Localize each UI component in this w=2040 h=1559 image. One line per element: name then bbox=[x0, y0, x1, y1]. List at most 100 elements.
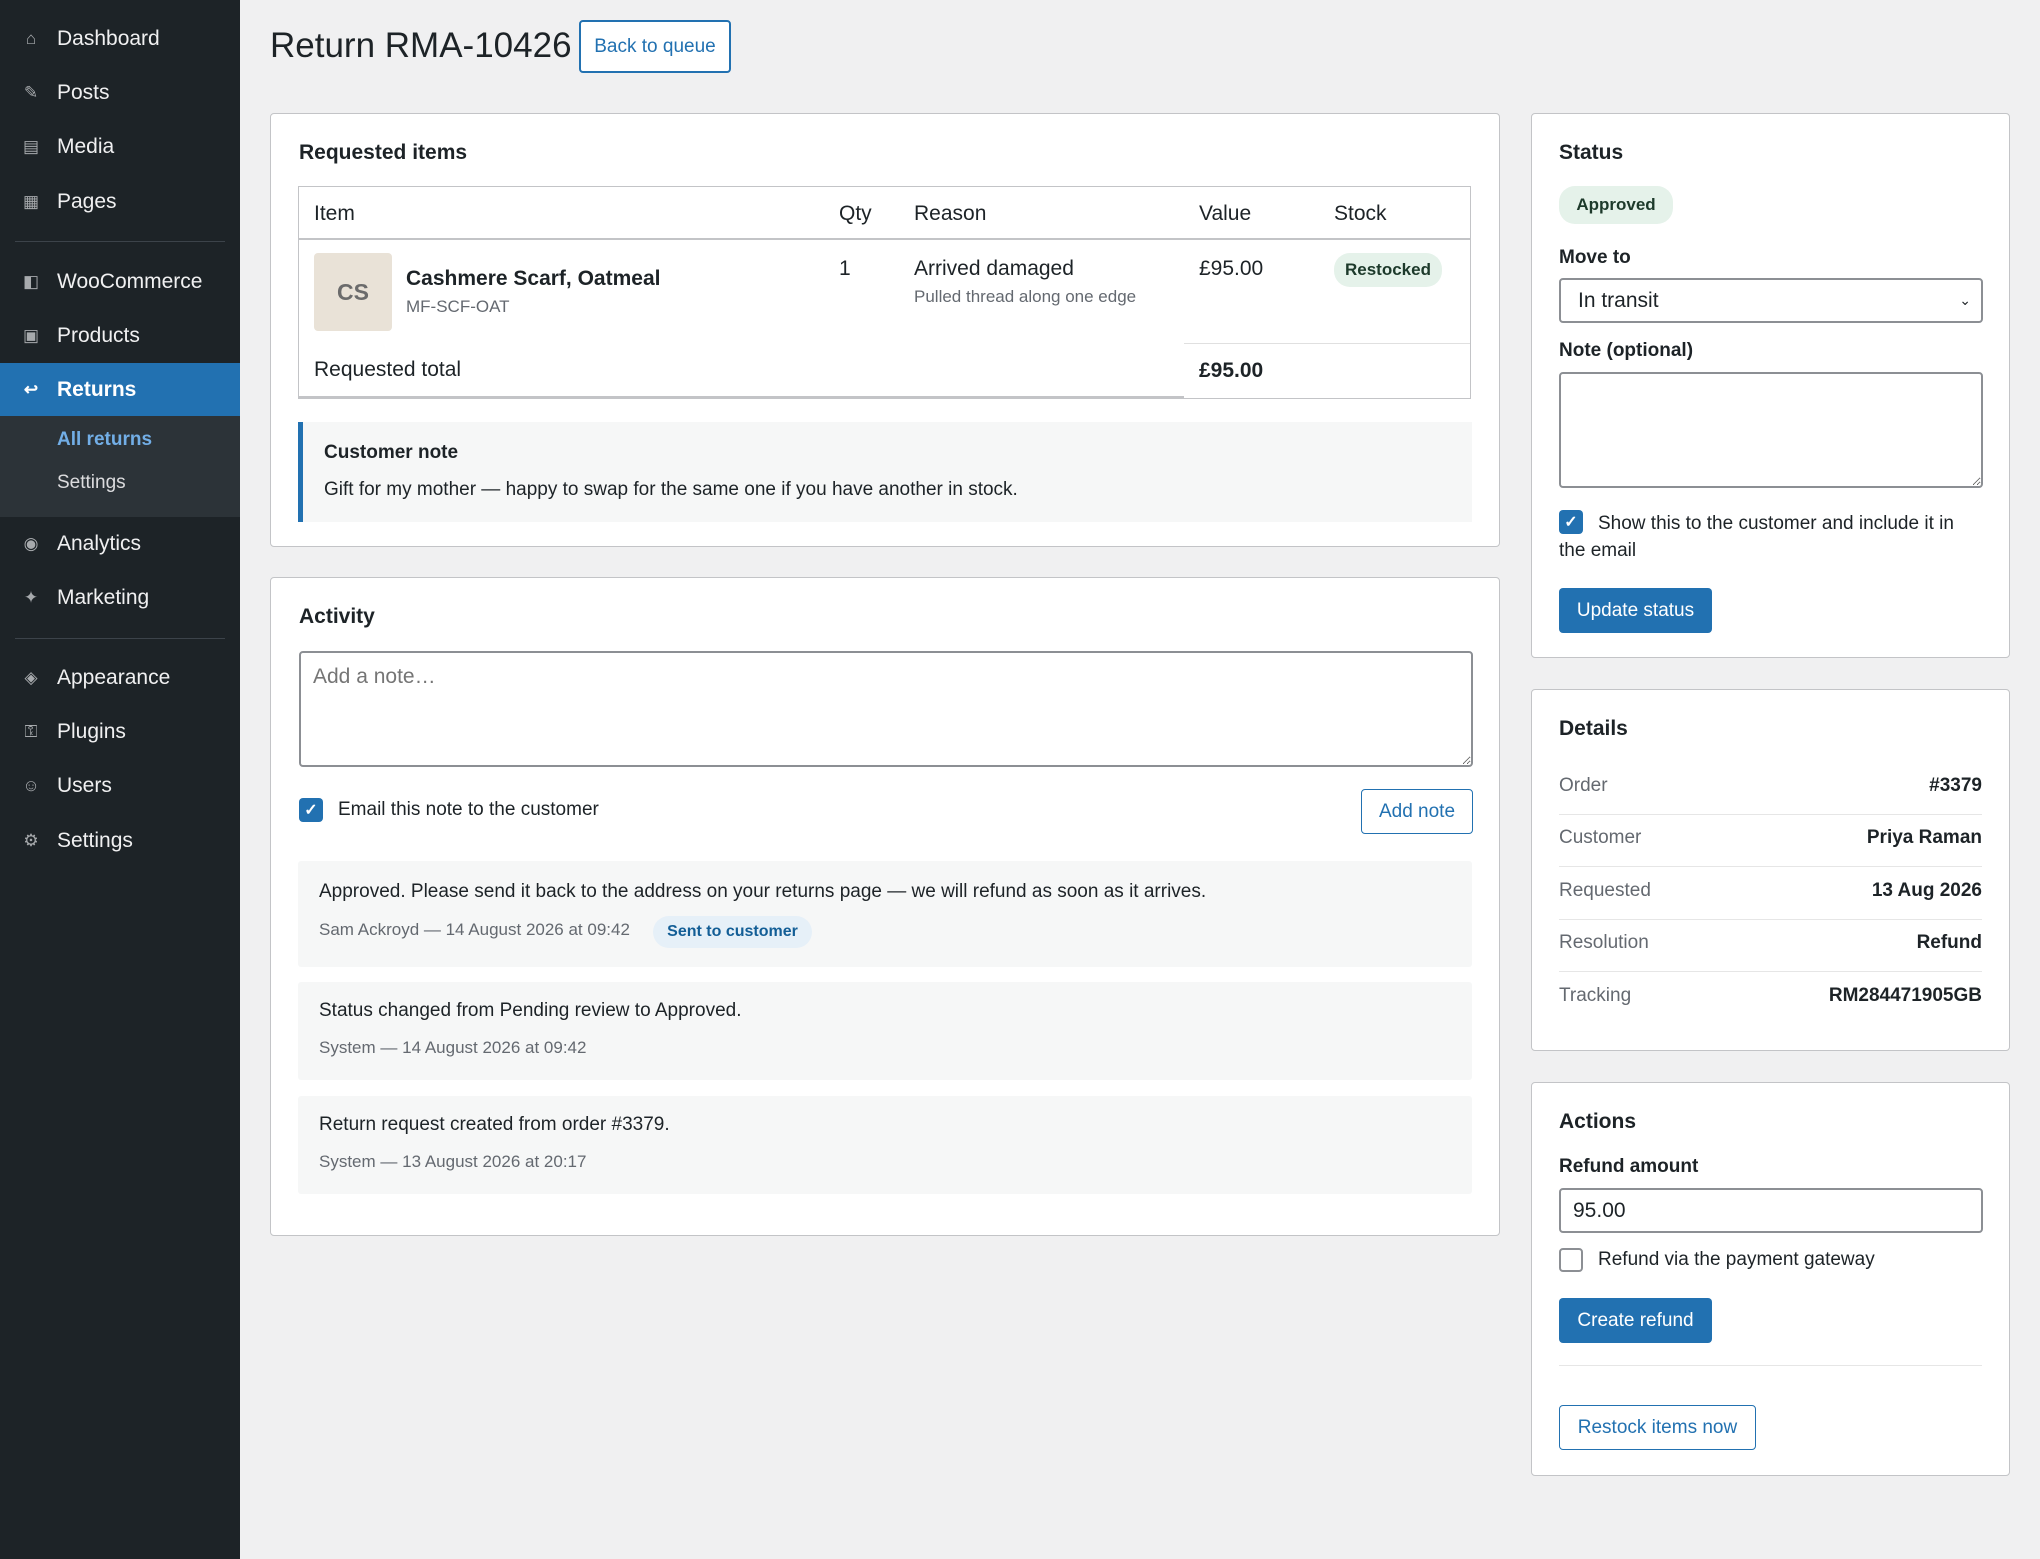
checkmark-icon: ✓ bbox=[304, 802, 318, 819]
email-note-checkbox[interactable]: ✓ bbox=[299, 798, 323, 822]
activity-card: Activity ✓ Email this note to the custom… bbox=[270, 577, 1500, 1236]
requested-total-value: £95.00 bbox=[1199, 359, 1264, 382]
customer-note-title: Customer note bbox=[324, 442, 459, 463]
gear-icon: ⚙ bbox=[23, 831, 39, 850]
product-sku: MF-SCF-OAT bbox=[406, 297, 510, 316]
sidebar-item-analytics[interactable]: ◉ Analytics bbox=[0, 517, 240, 571]
card-title: Details bbox=[1559, 717, 1628, 740]
return-arrow-icon: ↩ bbox=[23, 380, 39, 399]
sent-to-customer-badge: Sent to customer bbox=[653, 916, 812, 948]
sidebar-item-woocommerce[interactable]: ◧ WooCommerce bbox=[0, 255, 240, 309]
refund-amount-label: Refund amount bbox=[1559, 1156, 1699, 1177]
activity-meta: System — 14 August 2026 at 09:42 bbox=[319, 1038, 587, 1057]
row-divider bbox=[1559, 866, 1982, 867]
paint-icon: ◈ bbox=[24, 668, 38, 687]
activity-text: Approved. Please send it back to the add… bbox=[319, 881, 1207, 902]
returns-submenu: All returns Settings bbox=[0, 416, 240, 517]
sidebar-item-label: Users bbox=[57, 774, 112, 797]
detail-row-tracking: Tracking RM284471905GB bbox=[1559, 973, 1982, 1025]
activity-entry: Return request created from order #3379.… bbox=[298, 1096, 1472, 1194]
detail-label: Tracking bbox=[1559, 985, 1632, 1006]
sidebar-item-label: Pages bbox=[57, 190, 117, 213]
item-reason: Arrived damaged bbox=[914, 257, 1074, 280]
detail-label: Customer bbox=[1559, 827, 1642, 848]
refund-gateway-label: Refund via the payment gateway bbox=[1598, 1249, 1875, 1270]
activity-note-textarea[interactable] bbox=[299, 651, 1473, 767]
row-divider bbox=[1559, 971, 1982, 972]
detail-label: Resolution bbox=[1559, 932, 1649, 953]
sidebar-item-settings[interactable]: ⚙ Settings bbox=[0, 814, 240, 868]
sidebar-item-label: WooCommerce bbox=[57, 270, 203, 293]
detail-value: Priya Raman bbox=[1866, 827, 1982, 848]
admin-sidebar: ⌂ Dashboard ✎ Posts ▤ Media ▦ Pages ◧ WooComm… bbox=[0, 0, 240, 1559]
detail-row-requested: Requested 13 Aug 2026 bbox=[1559, 868, 1982, 920]
create-refund-button[interactable]: Create refund bbox=[1559, 1298, 1712, 1343]
sidebar-item-dashboard[interactable]: ⌂ Dashboard bbox=[0, 12, 240, 66]
box-icon: ▣ bbox=[22, 326, 40, 345]
column-header-qty: Qty bbox=[839, 202, 872, 225]
add-note-button[interactable]: Add note bbox=[1361, 789, 1473, 834]
restock-items-button[interactable]: Restock items now bbox=[1559, 1405, 1756, 1450]
detail-value: RM284471905GB bbox=[1828, 985, 1982, 1006]
detail-value[interactable]: #3379 bbox=[1929, 775, 1982, 797]
sidebar-item-label: Dashboard bbox=[57, 27, 160, 50]
submenu-settings[interactable]: Settings bbox=[57, 472, 126, 494]
actions-card: Actions Refund amount 95.00 Refund via t… bbox=[1531, 1082, 2010, 1476]
status-note-textarea[interactable] bbox=[1559, 372, 1983, 488]
activity-text: Return request created from order #3379. bbox=[319, 1114, 670, 1135]
sidebar-item-label: Products bbox=[57, 324, 140, 347]
status-badge: Approved bbox=[1559, 186, 1673, 224]
chart-icon: ◉ bbox=[23, 534, 39, 553]
product-name[interactable]: Cashmere Scarf, Oatmeal bbox=[406, 267, 660, 291]
move-to-value: In transit bbox=[1578, 288, 1659, 312]
detail-row-resolution: Resolution Refund bbox=[1559, 920, 1982, 972]
pages-icon: ▦ bbox=[22, 192, 40, 211]
activity-meta: System — 13 August 2026 at 20:17 bbox=[319, 1152, 587, 1171]
refund-gateway-checkbox[interactable] bbox=[1559, 1248, 1583, 1272]
table-footer-divider bbox=[299, 396, 1184, 398]
sidebar-item-products[interactable]: ▣ Products bbox=[0, 309, 240, 363]
activity-meta: Sam Ackroyd — 14 August 2026 at 09:42 bbox=[319, 920, 630, 939]
move-to-select[interactable]: In transit ⌄ bbox=[1559, 278, 1983, 323]
email-note-label: Email this note to the customer bbox=[338, 799, 599, 820]
back-to-queue-button[interactable]: Back to queue bbox=[579, 20, 731, 73]
sidebar-item-media[interactable]: ▤ Media bbox=[0, 120, 240, 174]
sidebar-item-returns[interactable]: ↩ Returns bbox=[0, 363, 240, 417]
sidebar-separator bbox=[15, 638, 225, 639]
submenu-all-returns[interactable]: All returns bbox=[57, 429, 152, 451]
column-header-item: Item bbox=[314, 202, 355, 225]
activity-text: Status changed from Pending review to Ap… bbox=[319, 1000, 742, 1021]
show-to-customer-label: Show this to the customer and include it… bbox=[1559, 513, 1954, 561]
refund-amount-input[interactable]: 95.00 bbox=[1559, 1188, 1983, 1233]
items-table: Item Qty Reason Value Stock CS Cashmere … bbox=[298, 186, 1471, 399]
note-optional-label: Note (optional) bbox=[1559, 340, 1694, 361]
woocommerce-icon: ◧ bbox=[22, 272, 40, 291]
home-icon: ⌂ bbox=[25, 29, 37, 48]
sidebar-item-plugins[interactable]: ⚿ Plugins bbox=[0, 705, 240, 759]
update-status-button[interactable]: Update status bbox=[1559, 588, 1712, 633]
sidebar-item-posts[interactable]: ✎ Posts bbox=[0, 66, 240, 120]
item-reason-detail: Pulled thread along one edge bbox=[914, 287, 1137, 306]
detail-label: Order bbox=[1559, 775, 1608, 796]
sidebar-item-users[interactable]: ☺ Users bbox=[0, 759, 240, 813]
column-header-stock: Stock bbox=[1334, 202, 1387, 225]
sidebar-item-appearance[interactable]: ◈ Appearance bbox=[0, 651, 240, 705]
status-card: Status Approved Move to In transit ⌄ Not… bbox=[1531, 113, 2010, 658]
sidebar-item-marketing[interactable]: ✦ Marketing bbox=[0, 571, 240, 625]
detail-row-order: Order #3379 bbox=[1559, 763, 1982, 815]
divider bbox=[1559, 1365, 1982, 1366]
user-icon: ☺ bbox=[22, 776, 40, 795]
pencil-icon: ✎ bbox=[23, 83, 39, 102]
sidebar-item-label: Analytics bbox=[57, 532, 142, 555]
sidebar-item-pages[interactable]: ▦ Pages bbox=[0, 175, 240, 229]
detail-row-customer: Customer Priya Raman bbox=[1559, 815, 1982, 867]
sidebar-item-label: Appearance bbox=[57, 666, 171, 689]
sidebar-item-label: Marketing bbox=[57, 586, 150, 609]
plug-icon: ⚿ bbox=[24, 722, 38, 741]
product-thumbnail: CS bbox=[314, 253, 392, 331]
card-title: Status bbox=[1559, 141, 1624, 164]
card-title: Activity bbox=[299, 605, 375, 628]
card-title: Requested items bbox=[299, 141, 468, 164]
stock-badge: Restocked bbox=[1334, 253, 1442, 287]
column-header-value: Value bbox=[1199, 202, 1252, 225]
